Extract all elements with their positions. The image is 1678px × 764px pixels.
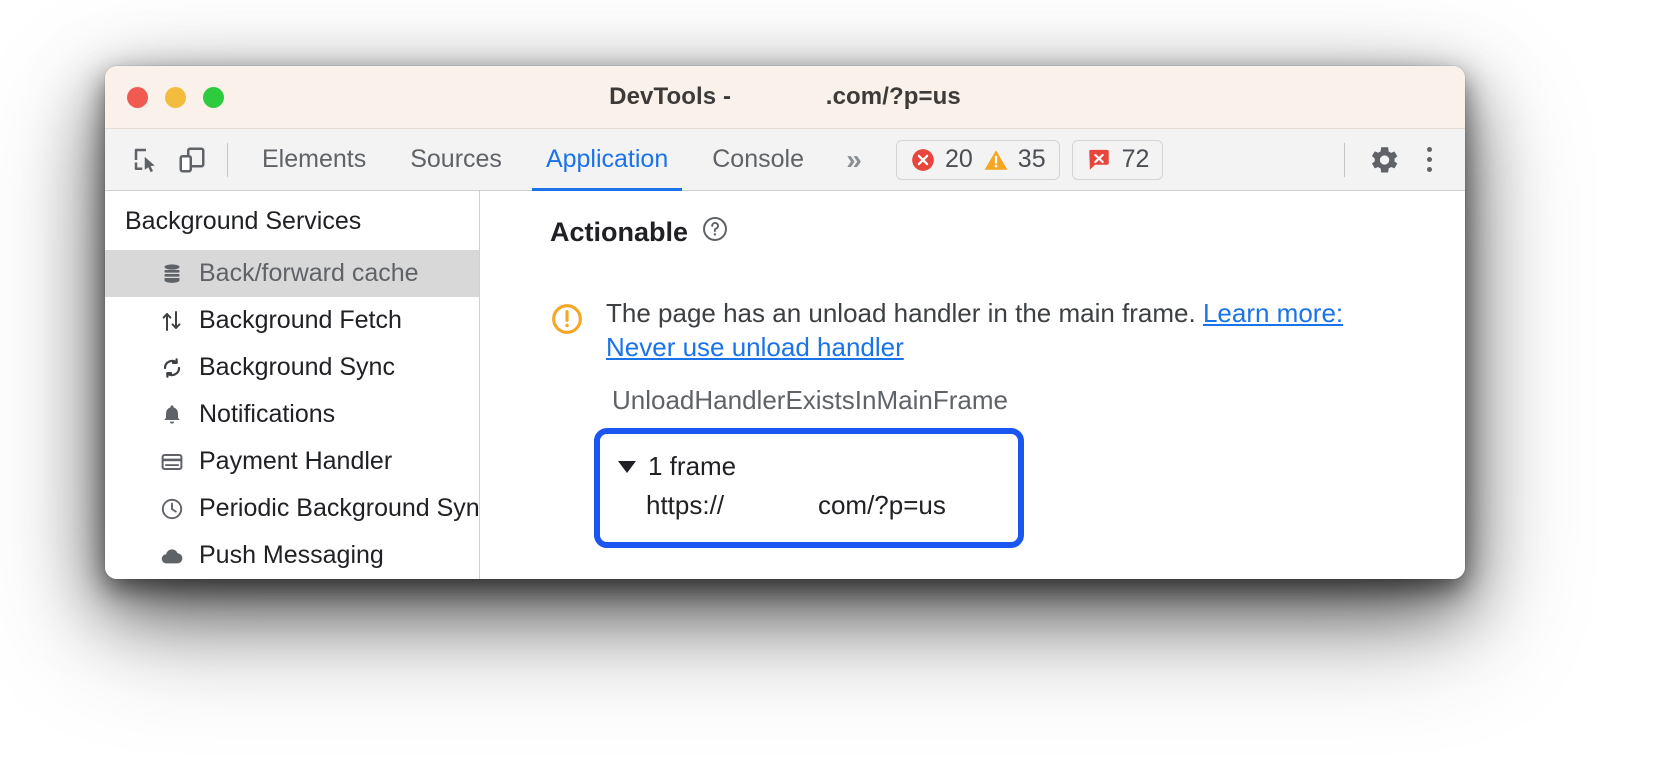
help-circle-icon[interactable]	[701, 215, 729, 250]
sidebar-item-periodic-background-sync[interactable]: Periodic Background Sync	[105, 485, 479, 532]
sidebar-item-label: Background Sync	[199, 353, 395, 381]
sidebar-item-background-sync[interactable]: Background Sync	[105, 344, 479, 391]
warning-counter[interactable]: 35	[983, 145, 1046, 174]
credit-card-icon	[159, 449, 185, 475]
frames-expander[interactable]: 1 frame	[600, 444, 1018, 490]
sync-icon	[159, 355, 185, 381]
warning-icon	[984, 149, 1008, 170]
error-count: 20	[944, 145, 973, 173]
warning-circle-icon	[550, 302, 584, 341]
sidebar-item-label: Push Messaging	[199, 541, 384, 569]
updown-arrows-icon	[159, 308, 185, 334]
sidebar-item-payment-handler[interactable]: Payment Handler	[105, 438, 479, 485]
screenshot-stage: DevTools - .com/?p=us Elements Sources A…	[0, 0, 1678, 764]
kebab-menu-icon[interactable]	[1407, 138, 1451, 182]
tab-elements[interactable]: Elements	[240, 129, 388, 191]
panel-tabs: Elements Sources Application Console	[240, 129, 826, 191]
issues-counter[interactable]: 72	[1071, 139, 1164, 180]
bell-icon	[159, 402, 185, 428]
device-toolbar-icon[interactable]	[169, 137, 215, 183]
issues-count: 72	[1121, 145, 1150, 173]
bfcache-panel: Actionable The page has an unload handle…	[480, 191, 1465, 579]
issue-message: The page has an unload handler in the ma…	[606, 296, 1406, 365]
sidebar-item-label: Back/forward cache	[199, 259, 419, 287]
devtools-window: DevTools - .com/?p=us Elements Sources A…	[105, 66, 1465, 579]
toolbar-divider	[227, 142, 228, 177]
panel-title-row: Actionable	[550, 215, 1465, 250]
issue-row: The page has an unload handler in the ma…	[550, 296, 1465, 365]
inspect-element-icon[interactable]	[123, 137, 169, 183]
warning-count: 35	[1017, 145, 1046, 173]
sidebar-section-background-services: Background Services	[125, 207, 362, 235]
devtools-body: Background Services Back/forward cache B…	[105, 191, 1465, 579]
bfcache-reason-code: UnloadHandlerExistsInMainFrame	[612, 384, 1008, 415]
tab-console[interactable]: Console	[690, 129, 826, 191]
sidebar-item-notifications[interactable]: Notifications	[105, 391, 479, 438]
error-icon	[912, 148, 934, 171]
frame-url[interactable]: https:// com/?p=us	[600, 490, 1018, 521]
tab-application[interactable]: Application	[524, 129, 690, 191]
toolbar-right-group	[1328, 137, 1465, 183]
page-title: Actionable	[550, 217, 689, 247]
issues-icon	[1088, 149, 1109, 170]
sidebar-item-push-messaging[interactable]: Push Messaging	[105, 532, 479, 579]
window-titlebar: DevTools - .com/?p=us	[105, 66, 1465, 129]
frames-count-label: 1 frame	[648, 451, 737, 482]
console-counters[interactable]: 20 35	[895, 139, 1060, 180]
toolbar-divider-right	[1344, 142, 1345, 177]
sidebar-item-background-fetch[interactable]: Background Fetch	[105, 297, 479, 344]
status-badges: 20 35 72	[895, 139, 1164, 180]
chevron-down-icon	[618, 460, 636, 473]
cloud-icon	[159, 543, 185, 569]
issue-message-text: The page has an unload handler in the ma…	[606, 298, 1203, 328]
sidebar-item-label: Notifications	[199, 400, 336, 428]
database-icon	[159, 261, 185, 287]
application-sidebar: Background Services Back/forward cache B…	[105, 191, 480, 579]
more-tabs-icon[interactable]: »	[826, 129, 882, 191]
sidebar-item-back-forward-cache[interactable]: Back/forward cache	[105, 250, 479, 297]
sidebar-item-label: Periodic Background Sync	[199, 494, 479, 522]
window-title: DevTools - .com/?p=us	[609, 83, 961, 110]
devtools-toolbar: Elements Sources Application Console » 2…	[105, 129, 1465, 191]
sidebar-item-label: Payment Handler	[199, 447, 393, 475]
error-counter[interactable]: 20	[910, 145, 973, 174]
clock-icon	[159, 496, 185, 522]
frames-highlight-box: 1 frame https:// com/?p=us	[594, 427, 1024, 548]
tab-sources[interactable]: Sources	[388, 129, 524, 191]
gear-icon[interactable]	[1361, 137, 1407, 183]
sidebar-item-label: Background Fetch	[199, 306, 402, 334]
